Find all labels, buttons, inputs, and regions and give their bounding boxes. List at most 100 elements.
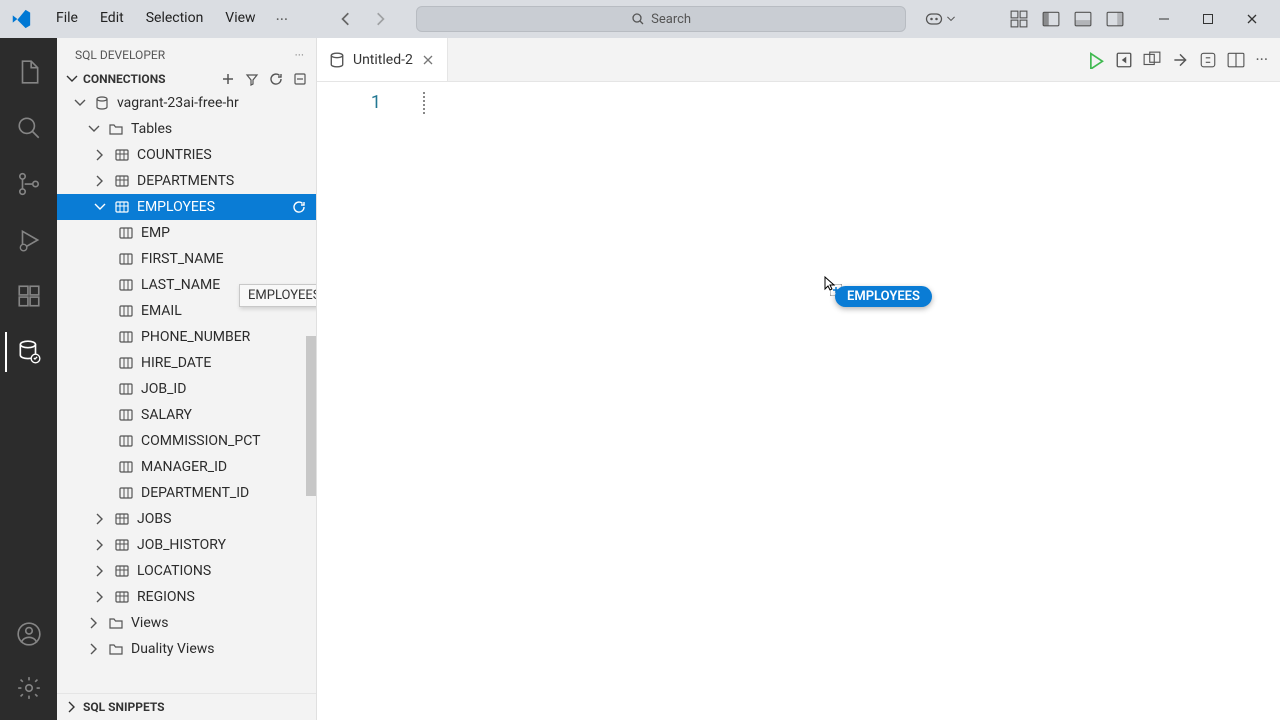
layout-sidebar-left-icon[interactable]: [1038, 6, 1064, 32]
activity-run-debug-icon[interactable]: [5, 216, 53, 264]
tree-column-job-id[interactable]: JOB_ID: [57, 376, 316, 402]
column-icon: [117, 382, 135, 396]
tree-duality-views-folder[interactable]: Duality Views: [57, 636, 316, 662]
activity-settings-icon[interactable]: [5, 664, 53, 712]
column-icon: [117, 330, 135, 344]
tree-views-folder[interactable]: Views: [57, 610, 316, 636]
column-icon: [117, 278, 135, 292]
menu-bar: File Edit Selection View ···: [46, 6, 296, 33]
nav-forward-button[interactable]: [366, 5, 394, 33]
tree-table-job-history[interactable]: JOB_HISTORY: [57, 532, 316, 558]
run-button[interactable]: [1087, 51, 1105, 69]
scrollbar-thumb[interactable]: [306, 336, 316, 496]
gutter: 1: [317, 82, 397, 118]
activity-extensions-icon[interactable]: [5, 272, 53, 320]
refresh-icon[interactable]: [268, 72, 284, 86]
activity-sql-developer-icon[interactable]: [5, 328, 53, 376]
section-snippets-label: SQL SNIPPETS: [83, 700, 165, 714]
tree-table-departments[interactable]: DEPARTMENTS: [57, 168, 316, 194]
column-icon: [117, 408, 135, 422]
menu-view[interactable]: View: [215, 6, 265, 33]
new-connection-icon[interactable]: [220, 72, 236, 86]
sidebar-title: SQL DEVELOPER: [75, 48, 165, 62]
tree-connection[interactable]: vagrant-23ai-free-hr: [57, 90, 316, 116]
collapse-all-icon[interactable]: [292, 72, 308, 86]
database-icon: [329, 52, 345, 68]
more-actions-icon[interactable]: ···: [1255, 50, 1268, 69]
column-icon: [117, 356, 135, 370]
tab-bar: Untitled-2 ···: [317, 38, 1280, 82]
tree-column-department-id[interactable]: DEPARTMENT_ID: [57, 480, 316, 506]
connections-tree[interactable]: vagrant-23ai-free-hr Tables COUNTRIES DE…: [57, 90, 316, 693]
layout-customize-icon[interactable]: [1006, 6, 1032, 32]
line-number: 1: [317, 92, 381, 118]
tree-table-jobs[interactable]: JOBS: [57, 506, 316, 532]
table-icon: [113, 148, 131, 162]
activity-explorer-icon[interactable]: [5, 48, 53, 96]
folder-icon: [107, 616, 125, 630]
table-icon: [113, 200, 131, 214]
table-icon: [113, 512, 131, 526]
layout-panel-icon[interactable]: [1070, 6, 1096, 32]
section-connections[interactable]: CONNECTIONS: [57, 68, 316, 90]
editor-action-icon[interactable]: [1171, 51, 1189, 69]
tree-column-employee-id[interactable]: EMP: [57, 220, 316, 246]
editor-action-icon[interactable]: [1143, 51, 1161, 69]
chevron-down-icon: [65, 72, 79, 86]
window-close-button[interactable]: [1232, 4, 1272, 34]
refresh-icon[interactable]: [292, 200, 306, 214]
tooltip-employees: EMPLOYEES: [239, 284, 316, 307]
tree-column-first-name[interactable]: FIRST_NAME: [57, 246, 316, 272]
tree-tables-folder[interactable]: Tables: [57, 116, 316, 142]
tree-table-employees[interactable]: EMPLOYEES: [57, 194, 316, 220]
editor-area: Untitled-2 ··· 1: [317, 38, 1280, 720]
search-icon: [631, 12, 645, 26]
menu-edit[interactable]: Edit: [90, 6, 134, 33]
search-input[interactable]: Search: [416, 6, 906, 32]
menu-selection[interactable]: Selection: [136, 6, 214, 33]
tree-table-countries[interactable]: COUNTRIES: [57, 142, 316, 168]
copilot-button[interactable]: [924, 9, 956, 29]
tree-column-salary[interactable]: SALARY: [57, 402, 316, 428]
column-icon: [117, 252, 135, 266]
window-minimize-button[interactable]: [1144, 4, 1184, 34]
sidebar-more-icon[interactable]: ···: [295, 48, 304, 62]
editor-action-icon[interactable]: [1199, 51, 1217, 69]
column-icon: [117, 226, 135, 240]
tree-column-hire-date[interactable]: HIRE_DATE: [57, 350, 316, 376]
tab-close-icon[interactable]: [421, 53, 435, 67]
menu-file[interactable]: File: [46, 6, 88, 33]
tree-column-manager-id[interactable]: MANAGER_ID: [57, 454, 316, 480]
activity-source-control-icon[interactable]: [5, 160, 53, 208]
chevron-down-icon: [946, 14, 956, 24]
chevron-right-icon: [65, 700, 79, 714]
table-icon: [113, 538, 131, 552]
section-connections-label: CONNECTIONS: [83, 72, 166, 86]
column-icon: [117, 434, 135, 448]
activity-accounts-icon[interactable]: [5, 610, 53, 658]
split-editor-icon[interactable]: [1227, 51, 1245, 69]
activity-search-icon[interactable]: [5, 104, 53, 152]
editor-cursor: [423, 92, 425, 114]
tree-table-regions[interactable]: REGIONS: [57, 584, 316, 610]
vscode-logo: [8, 6, 34, 32]
editor-action-icon[interactable]: [1115, 51, 1133, 69]
database-icon: [93, 96, 111, 110]
window-maximize-button[interactable]: [1188, 4, 1228, 34]
sidebar: SQL DEVELOPER ··· CONNECTIONS vagrant-23…: [57, 38, 317, 720]
layout-sidebar-right-icon[interactable]: [1102, 6, 1128, 32]
section-sql-snippets[interactable]: SQL SNIPPETS: [57, 693, 316, 720]
tables-folder-icon: [107, 122, 125, 136]
filter-icon[interactable]: [244, 72, 260, 86]
nav-back-button[interactable]: [332, 5, 360, 33]
table-icon: [113, 564, 131, 578]
connection-label: vagrant-23ai-free-hr: [117, 95, 310, 111]
search-placeholder: Search: [651, 12, 691, 27]
tree-column-commission-pct[interactable]: COMMISSION_PCT: [57, 428, 316, 454]
drag-chip-label: EMPLOYEES: [847, 289, 920, 304]
tree-column-phone-number[interactable]: PHONE_NUMBER: [57, 324, 316, 350]
menu-more-icon[interactable]: ···: [268, 6, 297, 33]
tab-untitled-2[interactable]: Untitled-2: [317, 38, 448, 81]
editor[interactable]: 1 EMPLOYEES: [317, 82, 1280, 720]
tree-table-locations[interactable]: LOCATIONS: [57, 558, 316, 584]
